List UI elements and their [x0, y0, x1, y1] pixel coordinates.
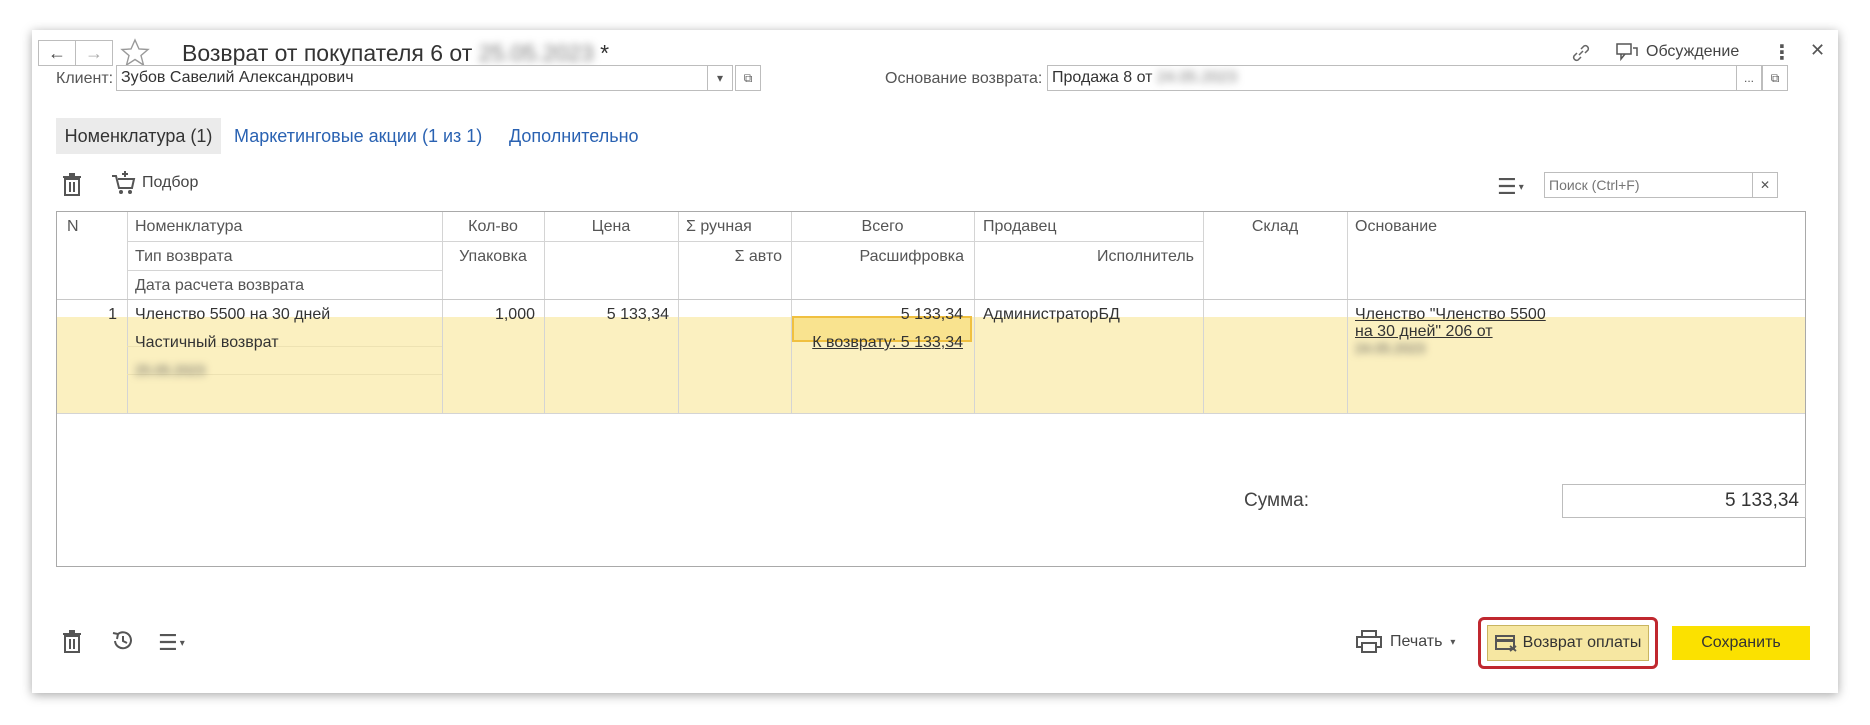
- client-dropdown-button[interactable]: ▾: [707, 65, 733, 91]
- client-label: Клиент:: [56, 70, 114, 87]
- row-number: 1: [108, 306, 117, 323]
- return-payment-label: Возврат оплаты: [1522, 634, 1642, 651]
- more-menu-icon[interactable]: ⋮: [1772, 40, 1792, 65]
- row-price[interactable]: 5 133,34: [544, 306, 669, 324]
- header-qty[interactable]: Кол-во: [442, 218, 544, 236]
- basis-value: Продажа 8 от: [1052, 69, 1153, 86]
- ellipsis-icon: ...: [1743, 71, 1754, 85]
- header-decoding[interactable]: Расшифровка: [791, 248, 964, 266]
- document-window: ← → Возврат от покупателя 6 от 25.05.202…: [32, 30, 1838, 693]
- row-divider: [127, 270, 442, 271]
- arrow-left-icon: ←: [48, 42, 66, 63]
- chevron-down-icon: ▾: [1518, 181, 1524, 193]
- sum-value: 5 133,34: [1562, 484, 1806, 518]
- cart-add-icon: [112, 171, 136, 194]
- header-total[interactable]: Всего: [791, 218, 974, 236]
- basis-date: 24.05.2023: [1156, 69, 1237, 86]
- row-divider: [57, 413, 1805, 414]
- basis-open-button[interactable]: ⧉: [1762, 65, 1788, 91]
- trash-icon: [63, 173, 81, 196]
- pick-label: Подбор: [142, 174, 199, 191]
- row-basis-date[interactable]: 24.05.2023: [1355, 340, 1425, 356]
- row-basis-link-line2[interactable]: на 30 дней" 206 от: [1355, 323, 1493, 341]
- col-divider: [678, 212, 679, 413]
- title-modified-mark: *: [600, 40, 610, 66]
- header-basis[interactable]: Основание: [1355, 218, 1437, 236]
- tab-additional[interactable]: Дополнительно: [509, 118, 639, 154]
- header-seller[interactable]: Продавец: [983, 218, 1057, 236]
- close-icon: ✕: [1759, 178, 1771, 192]
- row-divider: [127, 241, 1203, 242]
- search-input[interactable]: [1544, 172, 1753, 198]
- header-n[interactable]: N: [67, 218, 79, 236]
- close-icon[interactable]: ✕: [1810, 40, 1825, 61]
- sum-label: Сумма:: [1244, 490, 1309, 511]
- row-return-date[interactable]: 25.05.2023: [135, 362, 205, 378]
- row-seller[interactable]: АдминистраторБД: [983, 306, 1120, 324]
- arrow-right-icon: →: [85, 42, 103, 63]
- pick-button[interactable]: Подбор: [110, 170, 198, 196]
- save-button[interactable]: Сохранить: [1672, 626, 1810, 660]
- list-settings-button[interactable]: ☰ ▾: [1497, 174, 1524, 200]
- chevron-down-icon: ▾: [1450, 636, 1456, 648]
- header-bottom-divider: [57, 299, 1805, 300]
- header-executor[interactable]: Исполнитель: [974, 248, 1194, 266]
- col-divider: [1347, 212, 1348, 413]
- basis-label: Основание возврата:: [885, 70, 1043, 87]
- basis-field[interactable]: Продажа 8 от 24.05.2023: [1047, 65, 1737, 91]
- tab-nomenclature[interactable]: Номенклатура (1): [56, 118, 221, 154]
- print-label: Печать: [1390, 633, 1443, 650]
- more-actions-button[interactable]: ☰ ▾: [158, 630, 185, 656]
- card-cancel-icon: [1494, 635, 1517, 652]
- history-button[interactable]: [110, 628, 136, 659]
- col-divider: [127, 212, 128, 413]
- header-return-type[interactable]: Тип возврата: [135, 248, 232, 266]
- hamburger-menu-icon: ☰: [158, 630, 178, 655]
- basis-select-button[interactable]: ...: [1736, 65, 1762, 91]
- row-nomenclature[interactable]: Членство 5500 на 30 дней: [135, 306, 330, 324]
- header-package[interactable]: Упаковка: [442, 248, 544, 266]
- search-clear-button[interactable]: ✕: [1752, 172, 1778, 198]
- discussion-label: Обсуждение: [1646, 43, 1740, 60]
- row-basis-link-line1[interactable]: Членство "Членство 5500: [1355, 306, 1546, 324]
- title-date: 25.05.2023: [478, 40, 594, 66]
- header-price[interactable]: Цена: [544, 218, 678, 236]
- printer-icon: [1356, 630, 1382, 653]
- row-qty[interactable]: 1,000: [442, 306, 535, 324]
- header-sum-manual[interactable]: Σ ручная: [686, 218, 752, 236]
- open-form-icon: ⧉: [743, 70, 753, 85]
- back-button[interactable]: ←: [38, 40, 76, 66]
- header-sum-auto[interactable]: Σ авто: [678, 248, 782, 266]
- col-divider: [1203, 212, 1204, 413]
- header-return-date[interactable]: Дата расчета возврата: [135, 277, 304, 295]
- discussion-icon: [1616, 43, 1638, 62]
- print-button[interactable]: Печать ▾: [1356, 630, 1455, 654]
- delete-button[interactable]: [62, 629, 82, 658]
- items-table: N Номенклатура Тип возврата Дата расчета…: [56, 211, 1806, 567]
- row-to-return-link[interactable]: К возврату: 5 133,34: [791, 334, 963, 352]
- trash-icon: [63, 630, 81, 653]
- client-open-button[interactable]: ⧉: [735, 65, 761, 91]
- open-form-icon: ⧉: [1770, 70, 1780, 85]
- chevron-down-icon: ▾: [716, 71, 724, 85]
- return-payment-button[interactable]: Возврат оплаты: [1478, 617, 1658, 669]
- title-text: Возврат от покупателя 6 от: [182, 40, 473, 66]
- row-return-type[interactable]: Частичный возврат: [135, 334, 279, 352]
- row-total[interactable]: 5 133,34: [791, 306, 963, 324]
- delete-row-button[interactable]: [62, 172, 82, 201]
- page-title: Возврат от покупателя 6 от 25.05.2023 *: [182, 40, 609, 67]
- hamburger-menu-icon: ☰: [1497, 174, 1517, 199]
- tab-marketing[interactable]: Маркетинговые акции (1 из 1): [234, 118, 482, 154]
- discussion-button[interactable]: Обсуждение: [1616, 42, 1739, 62]
- chevron-down-icon: ▾: [179, 637, 185, 649]
- client-field[interactable]: Зубов Савелий Александрович: [116, 65, 708, 91]
- header-warehouse[interactable]: Склад: [1203, 218, 1347, 236]
- forward-button[interactable]: →: [75, 40, 113, 66]
- header-nomenclature[interactable]: Номенклатура: [135, 218, 242, 236]
- col-divider: [974, 212, 975, 413]
- history-icon: [112, 631, 132, 650]
